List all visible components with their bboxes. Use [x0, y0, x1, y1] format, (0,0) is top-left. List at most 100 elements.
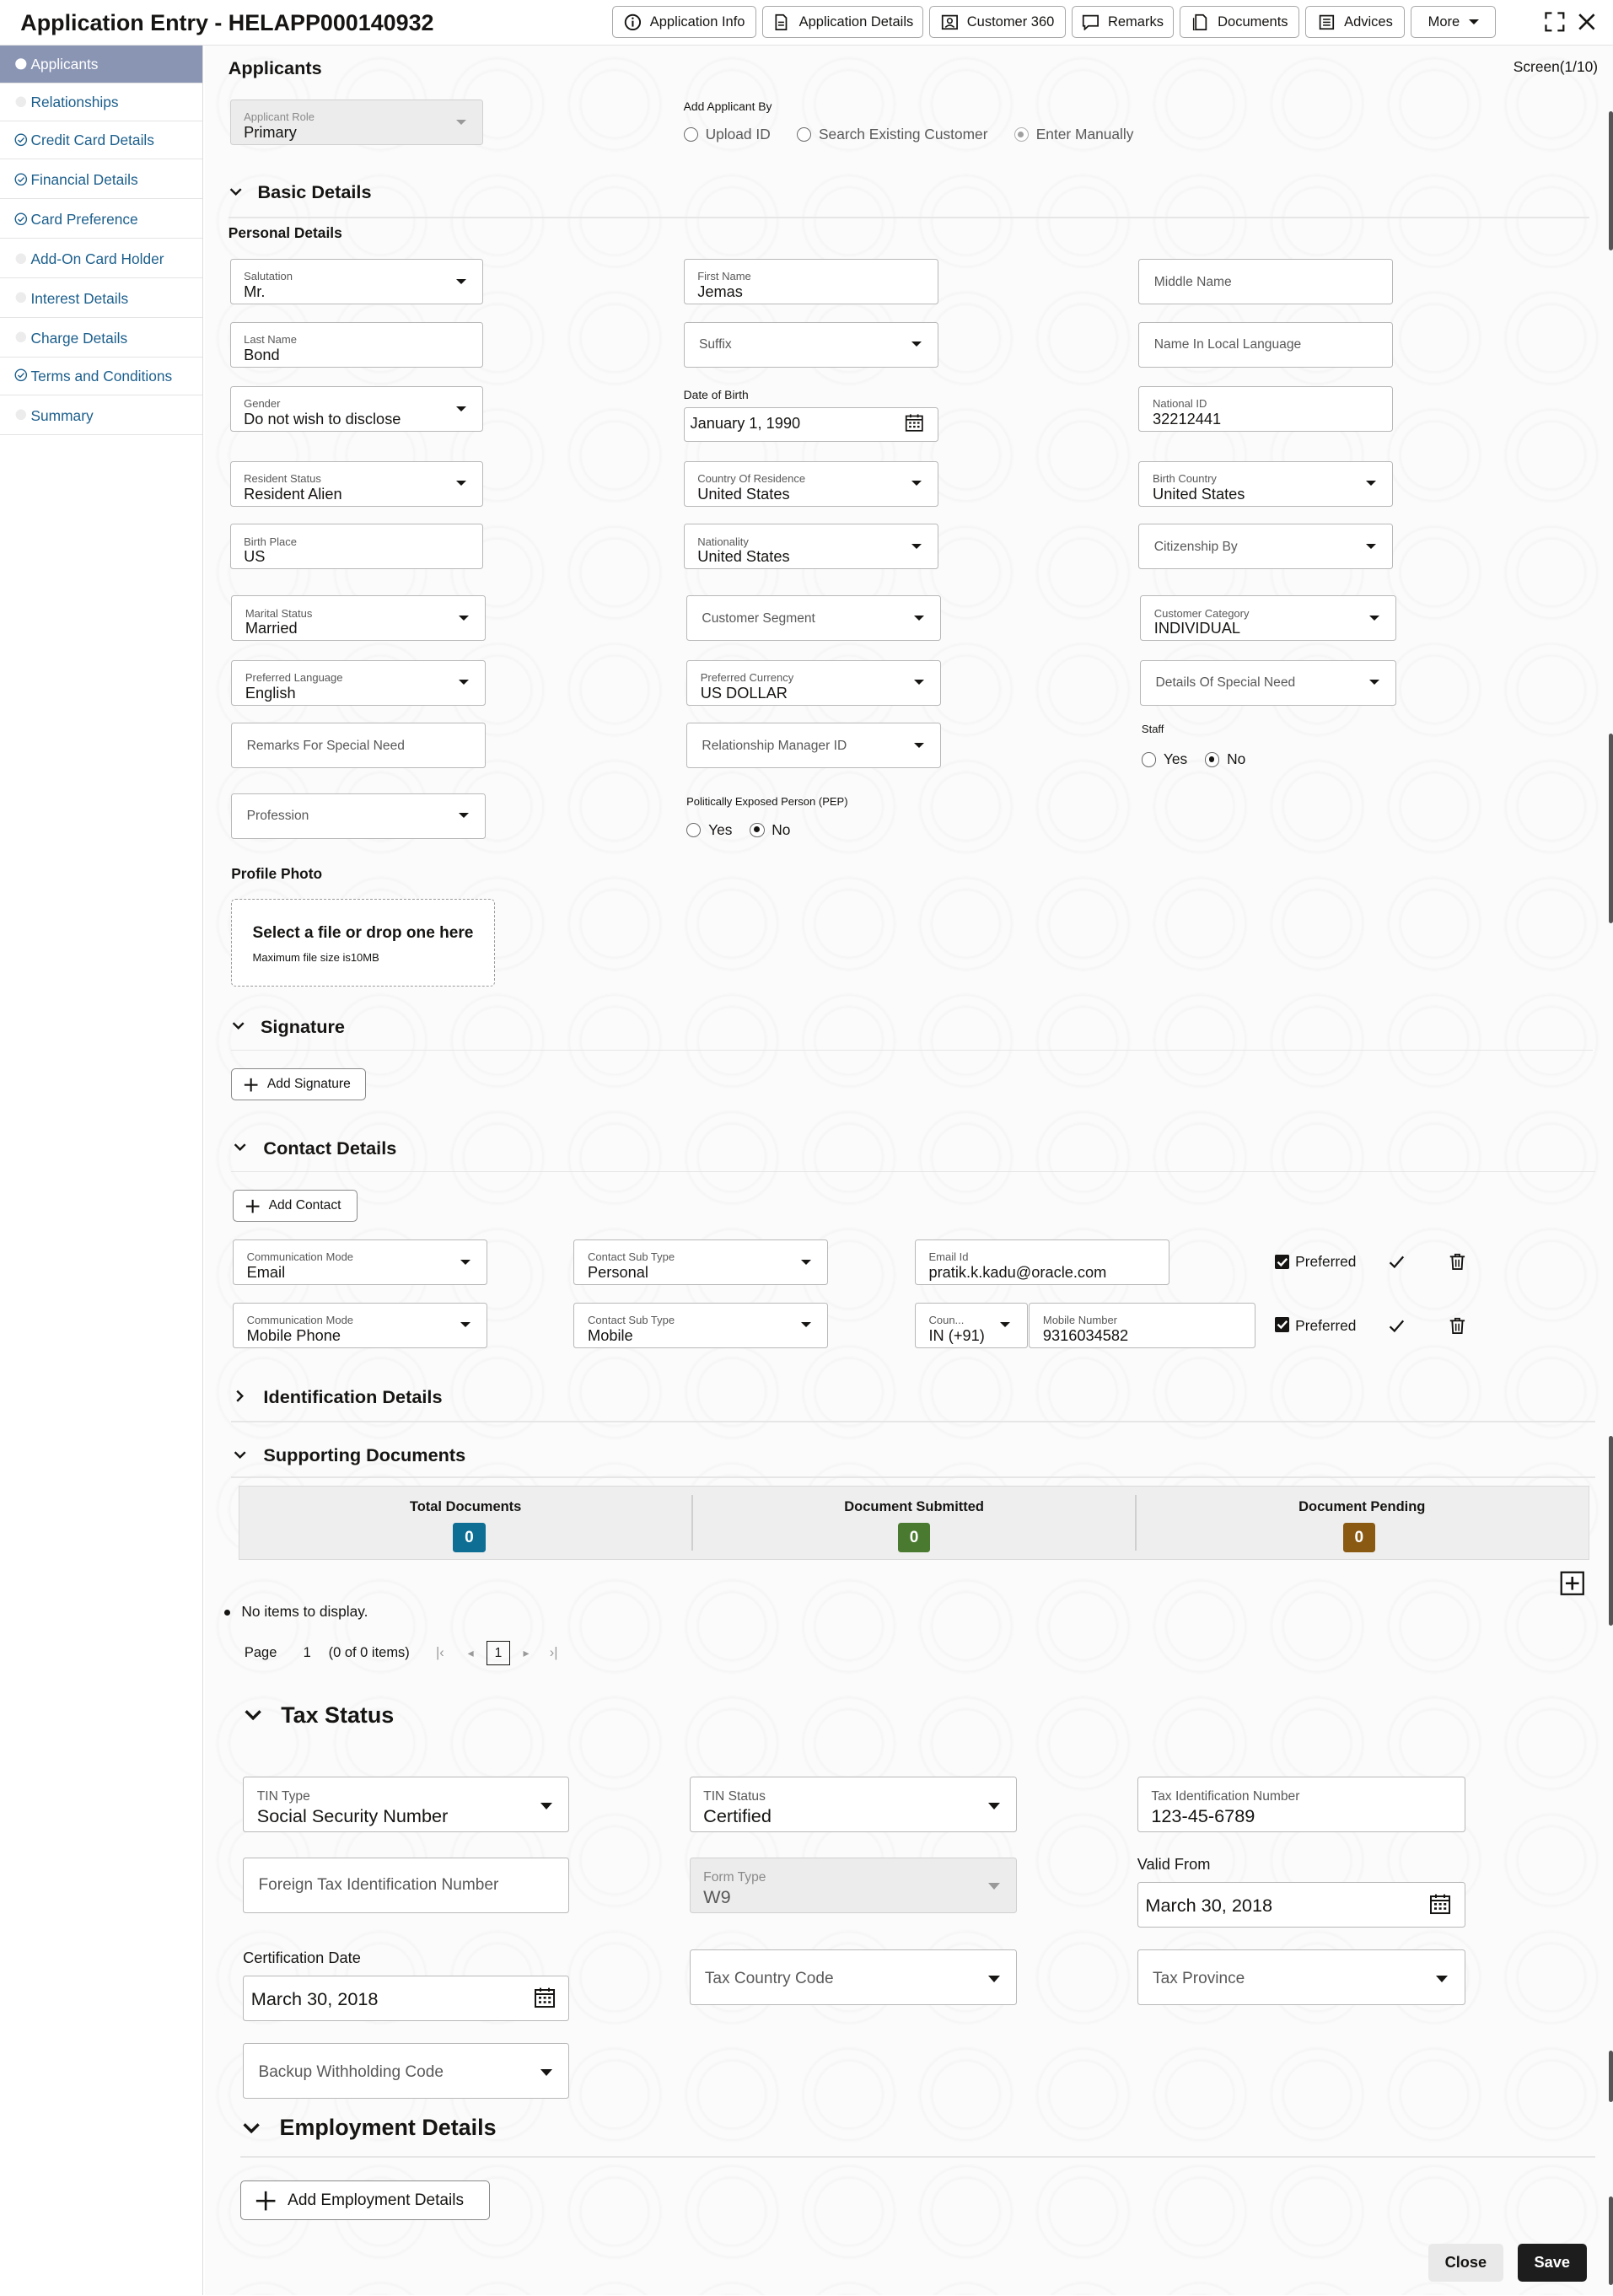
close-icon[interactable]: [1575, 10, 1599, 34]
check-icon[interactable]: [1388, 1253, 1406, 1271]
add-signature-button[interactable]: Add Signature: [231, 1068, 366, 1101]
certification-date-datepicker[interactable]: March 30, 2018: [243, 1976, 570, 2022]
close-button[interactable]: Close: [1428, 2243, 1503, 2283]
applicant-role-select[interactable]: Applicant Role Primary: [229, 99, 483, 145]
gender-select[interactable]: Gender Do not wish to disclose: [229, 386, 483, 433]
next-page-icon[interactable]: ▸: [524, 1646, 530, 1660]
customer-360-button[interactable]: Customer 360: [929, 5, 1066, 39]
sidebar-item-financial-details[interactable]: Financial Details: [0, 161, 202, 200]
sidebar-item-charge-details[interactable]: Charge Details: [0, 319, 202, 358]
sidebar-item-terms-and-conditions[interactable]: Terms and Conditions: [0, 358, 202, 395]
advices-button[interactable]: Advices: [1305, 5, 1406, 39]
radio-pep-yes[interactable]: [686, 822, 702, 837]
sidebar-item-applicants[interactable]: Applicants: [0, 45, 202, 83]
sidebar-item-summary[interactable]: Summary: [0, 396, 202, 435]
first-page-icon[interactable]: |‹: [436, 1645, 444, 1661]
sidebar-item-credit-card-details[interactable]: Credit Card Details: [0, 121, 202, 160]
dob-datepicker[interactable]: January 1, 1990: [683, 406, 938, 443]
marital-status-select[interactable]: Marital Status Married: [231, 595, 487, 642]
application-details-button[interactable]: Application Details: [762, 5, 924, 39]
name-in-local-language-input[interactable]: Name In Local Language: [1138, 321, 1394, 368]
preferred-currency-select[interactable]: Preferred Currency US DOLLAR: [686, 659, 942, 706]
chevron-down-icon[interactable]: [233, 1140, 247, 1154]
relationship-manager-select[interactable]: Relationship Manager ID: [686, 723, 942, 769]
add-document-icon[interactable]: [1560, 1571, 1585, 1596]
country-of-residence-select[interactable]: Country Of Residence United States: [683, 460, 938, 507]
tax-identification-number-input[interactable]: Tax Identification Number 123-45-6789: [1137, 1777, 1465, 1833]
resident-status-select[interactable]: Resident Status Resident Alien: [229, 460, 483, 507]
maximize-icon[interactable]: [1543, 10, 1567, 34]
chevron-down-icon[interactable]: [233, 1448, 247, 1462]
trash-icon[interactable]: [1449, 1317, 1466, 1335]
current-page-button[interactable]: 1: [487, 1640, 510, 1666]
scrollbar-thumb[interactable]: [1608, 110, 1613, 250]
special-need-select[interactable]: Details Of Special Need: [1140, 659, 1396, 706]
preferred-language-select[interactable]: Preferred Language English: [231, 659, 487, 706]
tax-country-code-select[interactable]: Tax Country Code: [689, 1949, 1018, 2006]
calendar-icon[interactable]: [1429, 1893, 1451, 1915]
radio-upload-id[interactable]: [683, 127, 698, 142]
form-type-select[interactable]: Form Type W9: [689, 1857, 1018, 1913]
chevron-down-icon[interactable]: [231, 1019, 245, 1033]
middle-name-input[interactable]: Middle Name: [1138, 259, 1394, 305]
save-button[interactable]: Save: [1518, 2243, 1587, 2283]
email-id-input[interactable]: Email Id pratik.k.kadu@oracle.com: [914, 1239, 1169, 1285]
valid-from-datepicker[interactable]: March 30, 2018: [1137, 1882, 1465, 1928]
national-id-input[interactable]: National ID 32212441: [1138, 386, 1394, 433]
tin-status-select[interactable]: TIN Status Certified: [689, 1777, 1018, 1833]
sidebar-item-add-on-card-holder[interactable]: Add-On Card Holder: [0, 240, 202, 278]
sidebar-item-interest-details[interactable]: Interest Details: [0, 280, 202, 318]
contact-sub-type-select[interactable]: Contact Sub Type Personal: [573, 1239, 829, 1285]
application-info-button[interactable]: Application Info: [611, 5, 757, 39]
communication-mode-select[interactable]: Communication Mode Mobile Phone: [232, 1302, 487, 1348]
calendar-icon[interactable]: [534, 1987, 556, 2008]
customer-category-select[interactable]: Customer Category INDIVIDUAL: [1140, 595, 1396, 642]
birth-country-select[interactable]: Birth Country United States: [1138, 460, 1394, 507]
nationality-select[interactable]: Nationality United States: [683, 524, 938, 570]
documents-button[interactable]: Documents: [1180, 5, 1300, 39]
salutation-select[interactable]: Salutation Mr.: [229, 259, 483, 305]
chevron-down-icon[interactable]: [243, 1705, 263, 1725]
last-name-input[interactable]: Last Name Bond: [229, 321, 483, 368]
scrollbar-thumb[interactable]: [1608, 2050, 1613, 2102]
foreign-tin-input[interactable]: Foreign Tax Identification Number: [243, 1857, 570, 1913]
chevron-down-icon[interactable]: [229, 185, 243, 199]
profile-photo-dropzone[interactable]: Select a file or drop one here Maximum f…: [231, 898, 495, 987]
remarks-special-need-input[interactable]: Remarks For Special Need: [231, 723, 487, 769]
radio-enter-manually[interactable]: [1014, 127, 1030, 142]
sidebar-item-card-preference[interactable]: Card Preference: [0, 201, 202, 239]
customer-segment-select[interactable]: Customer Segment: [686, 595, 942, 642]
radio-search-existing-customer[interactable]: [796, 127, 812, 142]
profession-select[interactable]: Profession: [231, 793, 487, 839]
trash-icon[interactable]: [1449, 1253, 1466, 1271]
radio-staff-yes[interactable]: [1141, 752, 1157, 767]
scrollbar-thumb[interactable]: [1608, 733, 1613, 924]
last-page-icon[interactable]: ›|: [550, 1645, 558, 1661]
country-code-select[interactable]: Coun... IN (+91): [914, 1302, 1028, 1348]
preferred-checkbox[interactable]: [1274, 1254, 1290, 1269]
chevron-down-icon[interactable]: [241, 2118, 261, 2138]
add-contact-button[interactable]: Add Contact: [232, 1190, 358, 1223]
suffix-select[interactable]: Suffix: [683, 321, 938, 368]
communication-mode-select[interactable]: Communication Mode Email: [232, 1239, 487, 1285]
scrollbar-thumb[interactable]: [1608, 2197, 1613, 2285]
sidebar-item-relationships[interactable]: Relationships: [0, 83, 202, 122]
more-button[interactable]: More: [1411, 5, 1496, 39]
birth-place-input[interactable]: Birth Place US: [229, 524, 483, 570]
remarks-button[interactable]: Remarks: [1071, 5, 1175, 39]
tin-type-select[interactable]: TIN Type Social Security Number: [243, 1777, 570, 1833]
backup-withholding-code-select[interactable]: Backup Withholding Code: [243, 2043, 570, 2100]
page-number-input[interactable]: 1: [304, 1645, 311, 1661]
preferred-checkbox[interactable]: [1274, 1317, 1290, 1332]
calendar-icon[interactable]: [905, 413, 924, 433]
check-icon[interactable]: [1388, 1317, 1406, 1335]
citizenship-by-select[interactable]: Citizenship By: [1138, 524, 1394, 570]
scrollbar-thumb[interactable]: [1608, 1435, 1613, 1627]
chevron-right-icon[interactable]: [233, 1389, 247, 1403]
contact-sub-type-select[interactable]: Contact Sub Type Mobile: [573, 1302, 829, 1348]
tax-province-select[interactable]: Tax Province: [1137, 1949, 1465, 2006]
add-employment-details-button[interactable]: Add Employment Details: [239, 2180, 491, 2221]
first-name-input[interactable]: First Name Jemas: [683, 259, 938, 305]
radio-staff-no[interactable]: [1205, 752, 1220, 767]
radio-pep-no[interactable]: [750, 822, 765, 837]
